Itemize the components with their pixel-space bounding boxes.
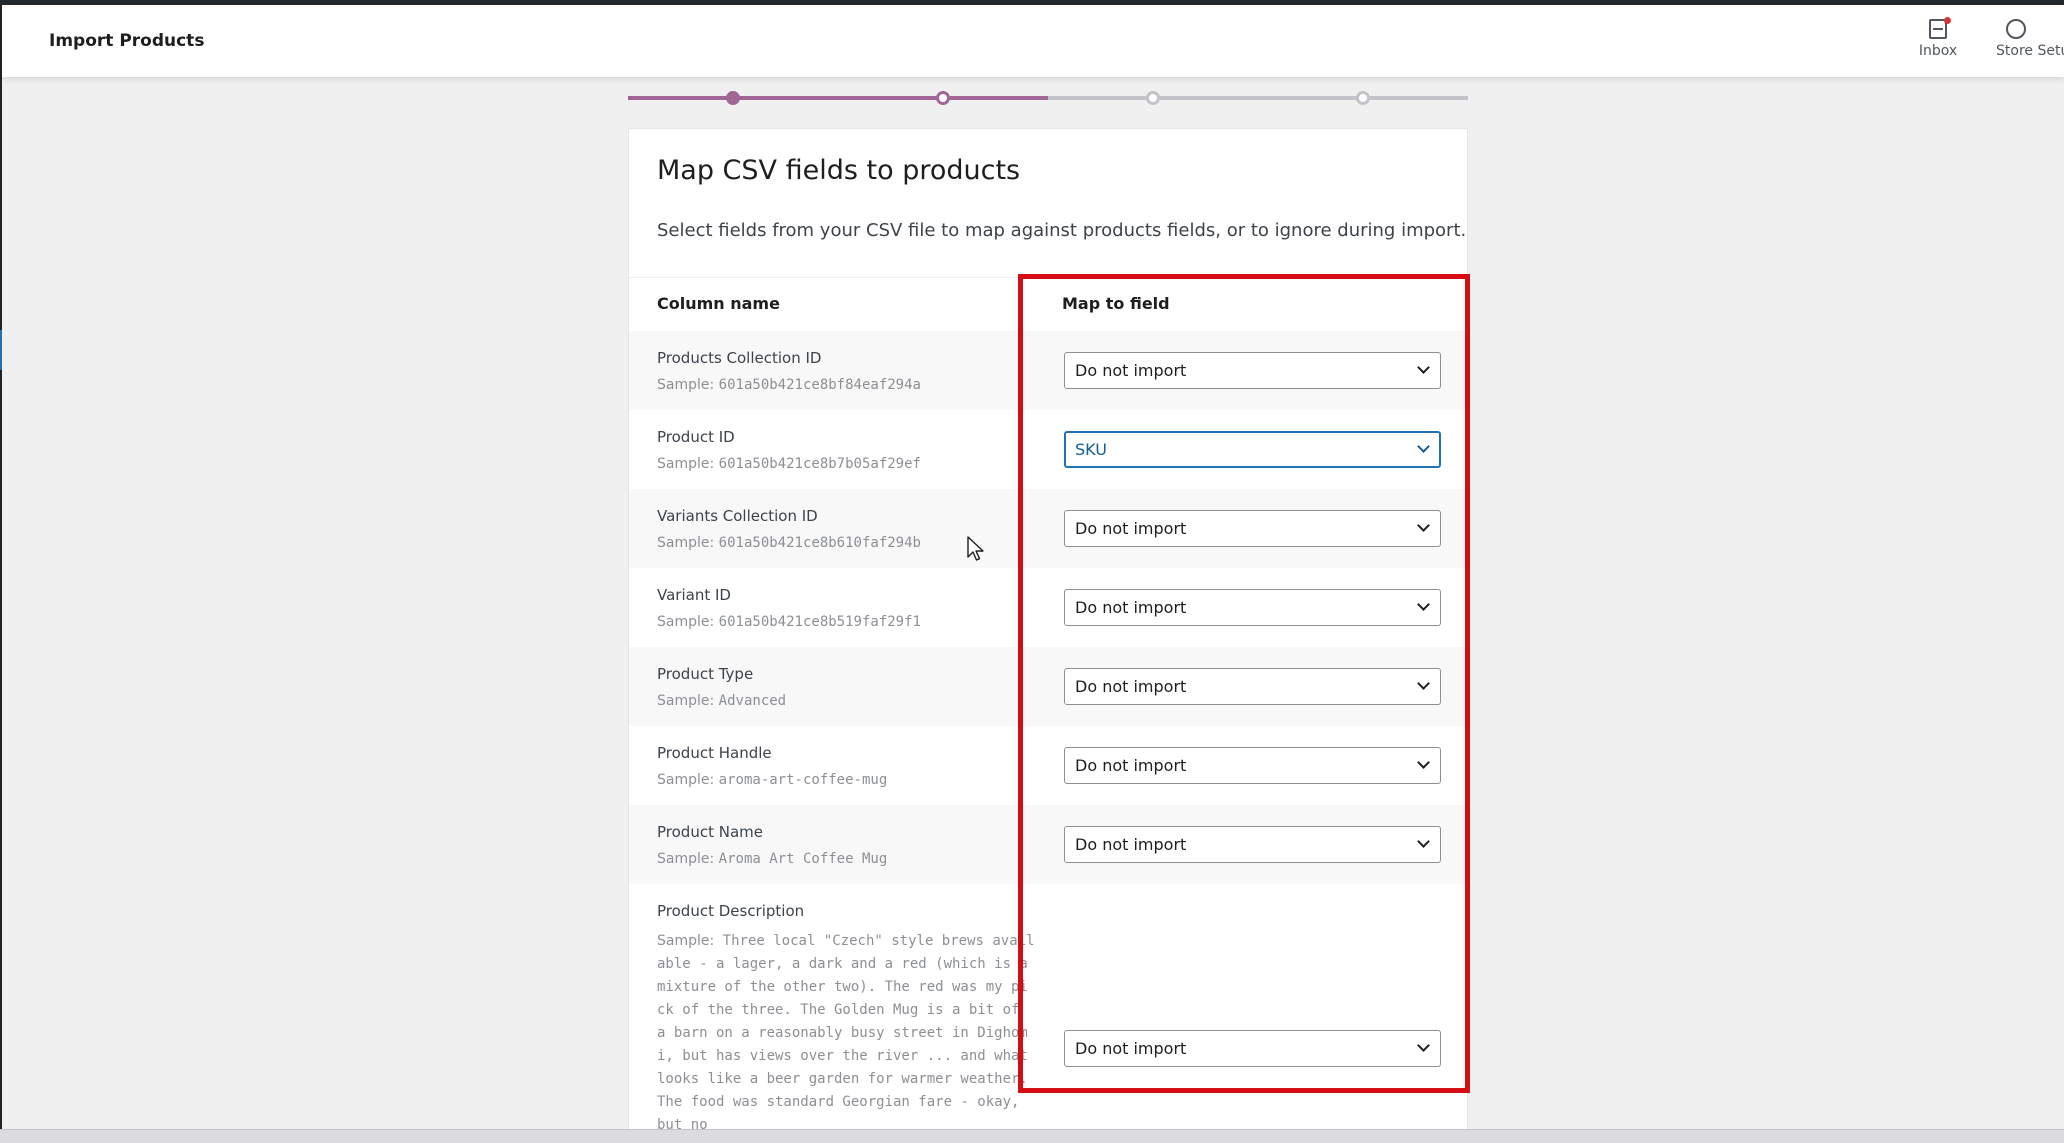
inbox-icon (1929, 17, 1951, 39)
column-name: Product Description (657, 902, 805, 920)
column-sample: Sample: 601a50b421ce8b7b05af29ef (657, 456, 921, 472)
card-title: Map CSV fields to products (657, 155, 1021, 186)
map-field-value: Do not import (1075, 1039, 1187, 1058)
map-field-value: Do not import (1075, 361, 1187, 380)
map-field-value: Do not import (1075, 677, 1187, 696)
import-steps-progress (628, 91, 1468, 105)
chevron-down-icon (1417, 835, 1430, 848)
column-name-header: Column name (657, 294, 780, 313)
column-sample: Sample: Three local "Czech" style brews … (657, 933, 1035, 1130)
column-sample: Sample: Aroma Art Coffee Mug (657, 851, 888, 867)
column-name: Product Type (657, 665, 754, 683)
chevron-down-icon (1417, 598, 1430, 611)
admin-sidebar-active-marker (0, 330, 2, 370)
store-setup-icon (2006, 19, 2026, 39)
chevron-down-icon (1417, 1039, 1430, 1052)
column-name: Product Name (657, 823, 763, 841)
chevron-down-icon (1417, 440, 1430, 453)
map-field-select[interactable]: Do not import (1064, 826, 1441, 863)
map-field-select[interactable]: Do not import (1064, 589, 1441, 626)
table-row: Product Type Sample: Advanced Do not impor… (629, 647, 1467, 726)
column-name: Products Collection ID (657, 349, 822, 367)
table-row: Variants Collection ID Sample: 601a50b421… (629, 489, 1467, 568)
map-field-value: Do not import (1075, 835, 1187, 854)
column-sample: Sample: 601a50b421ce8b519faf29f1 (657, 614, 921, 630)
table-row: Product Name Sample: Aroma Art Coffee Mug… (629, 805, 1467, 884)
column-sample: Sample: aroma-art-coffee-mug (657, 772, 888, 788)
column-name: Product Handle (657, 744, 772, 762)
page-header: Import Products Inbox Store Setup (2, 5, 2064, 77)
progress-step-2 (936, 91, 950, 105)
map-field-value: Do not import (1075, 519, 1187, 538)
table-row: Variant ID Sample: 601a50b421ce8b519faf29… (629, 568, 1467, 647)
mapping-table: Column name Map to field Products Collec… (629, 277, 1467, 1134)
window-bottom-strip (0, 1129, 2064, 1143)
page-title: Import Products (49, 31, 205, 51)
map-field-select[interactable]: SKU (1064, 431, 1441, 468)
column-name: Product ID (657, 428, 735, 446)
progress-step-4 (1356, 91, 1370, 105)
map-field-value: SKU (1075, 440, 1107, 459)
column-sample: Sample: 601a50b421ce8bf84eaf294a (657, 377, 921, 393)
column-sample: Sample: 601a50b421ce8b610faf294b (657, 535, 921, 551)
column-name: Variants Collection ID (657, 507, 818, 525)
progress-step-1 (726, 91, 740, 105)
map-field-value: Do not import (1075, 756, 1187, 775)
table-header: Column name Map to field (629, 278, 1467, 331)
map-field-select[interactable]: Do not import (1064, 747, 1441, 784)
inbox-button[interactable]: Inbox (1915, 17, 1961, 59)
table-row: Product Description Sample: Three local "… (629, 884, 1467, 1134)
map-field-select[interactable]: Do not import (1064, 1030, 1441, 1067)
column-sample: Sample: Advanced (657, 693, 787, 709)
map-field-select[interactable]: Do not import (1064, 352, 1441, 389)
map-field-select[interactable]: Do not import (1064, 510, 1441, 547)
table-row: Product Handle Sample: aroma-art-coffee-m… (629, 726, 1467, 805)
mapping-card: Map CSV fields to products Select fields… (628, 128, 1468, 1142)
table-row: Products Collection ID Sample: 601a50b421… (629, 331, 1467, 410)
chevron-down-icon (1417, 519, 1430, 532)
admin-sidebar-edge (0, 5, 2, 1132)
map-field-value: Do not import (1075, 598, 1187, 617)
store-setup-button[interactable]: Store Setup (1996, 19, 2064, 59)
progress-step-3 (1146, 91, 1160, 105)
table-row: Product ID Sample: 601a50b421ce8b7b05af29… (629, 410, 1467, 489)
chevron-down-icon (1417, 677, 1430, 690)
inbox-label: Inbox (1918, 43, 1958, 59)
chevron-down-icon (1417, 361, 1430, 374)
notification-dot (1944, 17, 1951, 24)
map-field-select[interactable]: Do not import (1064, 668, 1441, 705)
column-name: Variant ID (657, 586, 731, 604)
chevron-down-icon (1417, 756, 1430, 769)
mouse-cursor-icon (967, 536, 984, 561)
progress-fill (628, 96, 1048, 100)
map-to-field-header: Map to field (1062, 294, 1170, 313)
card-description: Select fields from your CSV file to map … (657, 220, 1467, 241)
store-setup-label: Store Setup (1996, 43, 2064, 59)
